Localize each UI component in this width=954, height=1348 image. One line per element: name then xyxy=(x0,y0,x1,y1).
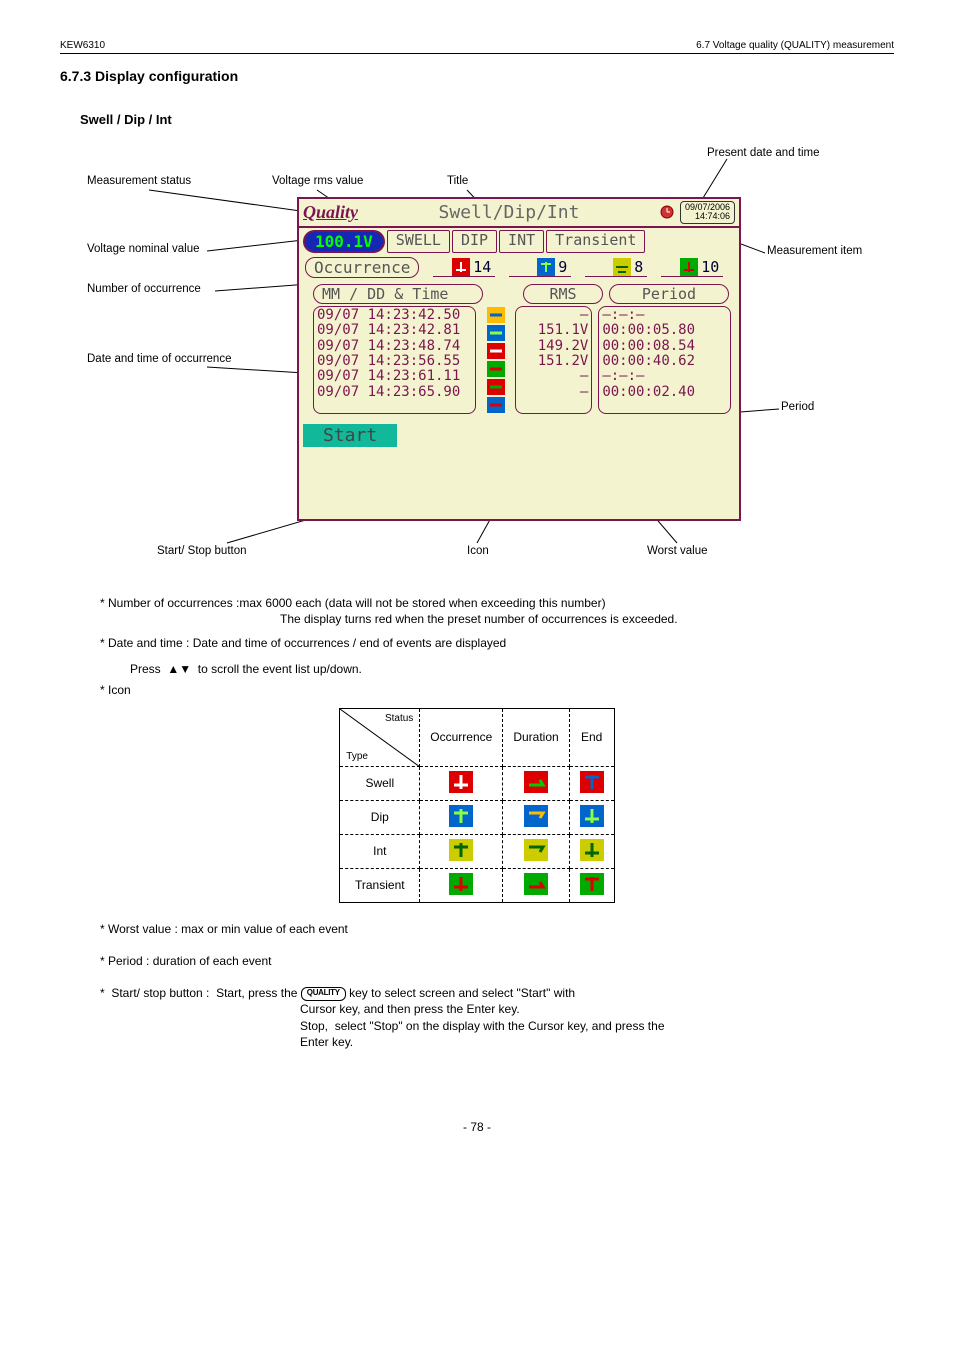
row-icon-0 xyxy=(482,306,509,324)
bullet-icon: * Icon xyxy=(100,682,894,698)
legend-row-dip: Dip xyxy=(340,800,420,834)
occ-dip: 9 xyxy=(509,258,571,277)
up-arrow-icon: ▲ xyxy=(167,662,179,676)
int-occ-icon xyxy=(613,258,631,276)
callout-worst: Worst value xyxy=(647,545,708,557)
callout-measurement-item: Measurement item xyxy=(767,245,862,257)
callout-period: Period xyxy=(781,401,814,413)
bullet-updown: Press ▲▼ to scroll the event list up/dow… xyxy=(130,662,894,676)
col-time: 09/07 14:23:42.50 09/07 14:23:42.81 09/0… xyxy=(313,306,476,414)
swell-duration-icon xyxy=(503,766,569,800)
callout-start-stop: Start/ Stop button xyxy=(157,545,247,557)
page-number: - 78 - xyxy=(60,1120,894,1134)
col-period: ―:―:― 00:00:05.80 00:00:08.54 00:00:40.6… xyxy=(598,306,731,414)
clock-icon xyxy=(660,205,674,219)
note-worst: * Worst value : max or min value of each… xyxy=(100,921,854,937)
hdr-time: MM / DD & Time xyxy=(313,284,483,304)
swell-occ-icon xyxy=(452,258,470,276)
occ-int: 8 xyxy=(585,258,647,277)
tab-swell[interactable]: SWELL xyxy=(387,230,450,253)
occ-transient: 10 xyxy=(661,258,723,277)
legend-col-end: End xyxy=(569,708,614,766)
int-occurrence-icon xyxy=(420,834,503,868)
callout-voltage-rms: Voltage rms value xyxy=(272,175,363,187)
transient-duration-icon xyxy=(503,868,569,902)
callout-icon: Icon xyxy=(467,545,489,557)
callout-title: Title xyxy=(447,175,468,187)
device-title: Swell/Dip/Int xyxy=(364,202,654,223)
device-figure: Measurement status Voltage rms value Tit… xyxy=(87,135,867,575)
col-rms: ― 151.1V 149.2V 151.2V ― ― xyxy=(515,306,592,414)
legend-row-int: Int xyxy=(340,834,420,868)
transient-occurrence-icon xyxy=(420,868,503,902)
bullet-occurrences-2: The display turns red when the preset nu… xyxy=(280,611,894,627)
device-screen: Quality Swell/Dip/Int 09/07/200614:74:06… xyxy=(297,197,741,521)
callout-date-time: Date and time of occurrence xyxy=(87,353,247,365)
device-logo: Quality xyxy=(303,202,358,223)
int-duration-icon xyxy=(503,834,569,868)
col-icons xyxy=(482,306,509,414)
dip-occurrence-icon xyxy=(420,800,503,834)
tab-dip[interactable]: DIP xyxy=(452,230,497,253)
row-icon-2 xyxy=(482,342,509,360)
start-button[interactable]: Start xyxy=(303,424,397,447)
row-icon-5 xyxy=(482,396,509,414)
section-display-config: 6.7.3 Display configuration xyxy=(60,68,894,84)
voltage-pill[interactable]: 100.1V xyxy=(303,230,385,253)
hdr-rms: RMS xyxy=(523,284,603,304)
dip-end-icon xyxy=(569,800,614,834)
device-titlebar: Quality Swell/Dip/Int 09/07/200614:74:06 xyxy=(299,199,739,228)
callout-num-occurrence: Number of occurrence xyxy=(87,283,201,295)
transient-end-icon xyxy=(569,868,614,902)
legend-col-duration: Duration xyxy=(503,708,569,766)
quality-key-icon: QUALITY xyxy=(301,987,346,1001)
legend-row-transient: Transient xyxy=(340,868,420,902)
note-period: * Period : duration of each event xyxy=(100,953,854,969)
device-datetime: 09/07/200614:74:06 xyxy=(680,201,735,224)
occ-swell: 14 xyxy=(433,258,495,277)
transient-occ-icon xyxy=(680,258,698,276)
legend-col-occurrence: Occurrence xyxy=(420,708,503,766)
legend-diag: Status Type xyxy=(340,708,420,766)
callout-measurement-status: Measurement status xyxy=(87,175,191,187)
swell-end-icon xyxy=(569,766,614,800)
down-arrow-icon: ▼ xyxy=(179,662,191,676)
row-icon-1 xyxy=(482,324,509,342)
tab-transient[interactable]: Transient xyxy=(546,230,645,253)
bullet-date-time: * Date and time : Date and time of occur… xyxy=(100,635,894,651)
note-startstop: * Start/ stop button : Start, press the … xyxy=(100,985,854,1050)
section-swell-dip-int: Swell / Dip / Int xyxy=(80,112,894,127)
occurrence-label: Occurrence xyxy=(305,257,419,278)
dip-duration-icon xyxy=(503,800,569,834)
swell-occurrence-icon xyxy=(420,766,503,800)
int-end-icon xyxy=(569,834,614,868)
callout-nominal: Voltage nominal value xyxy=(87,243,200,255)
row-icon-4 xyxy=(482,378,509,396)
hdr-period: Period xyxy=(609,284,729,304)
callout-present-datetime: Present date and time xyxy=(707,147,820,159)
header-section: 6.7 Voltage quality (QUALITY) measuremen… xyxy=(696,40,894,51)
header-doc: KEW6310 xyxy=(60,40,105,51)
legend-row-swell: Swell xyxy=(340,766,420,800)
icon-legend-table: Status Type Occurrence Duration End Swel… xyxy=(339,708,614,903)
dip-occ-icon xyxy=(537,258,555,276)
tab-int[interactable]: INT xyxy=(499,230,544,253)
row-icon-3 xyxy=(482,360,509,378)
bullet-occurrences: * Number of occurrences :max 6000 each (… xyxy=(100,595,894,611)
